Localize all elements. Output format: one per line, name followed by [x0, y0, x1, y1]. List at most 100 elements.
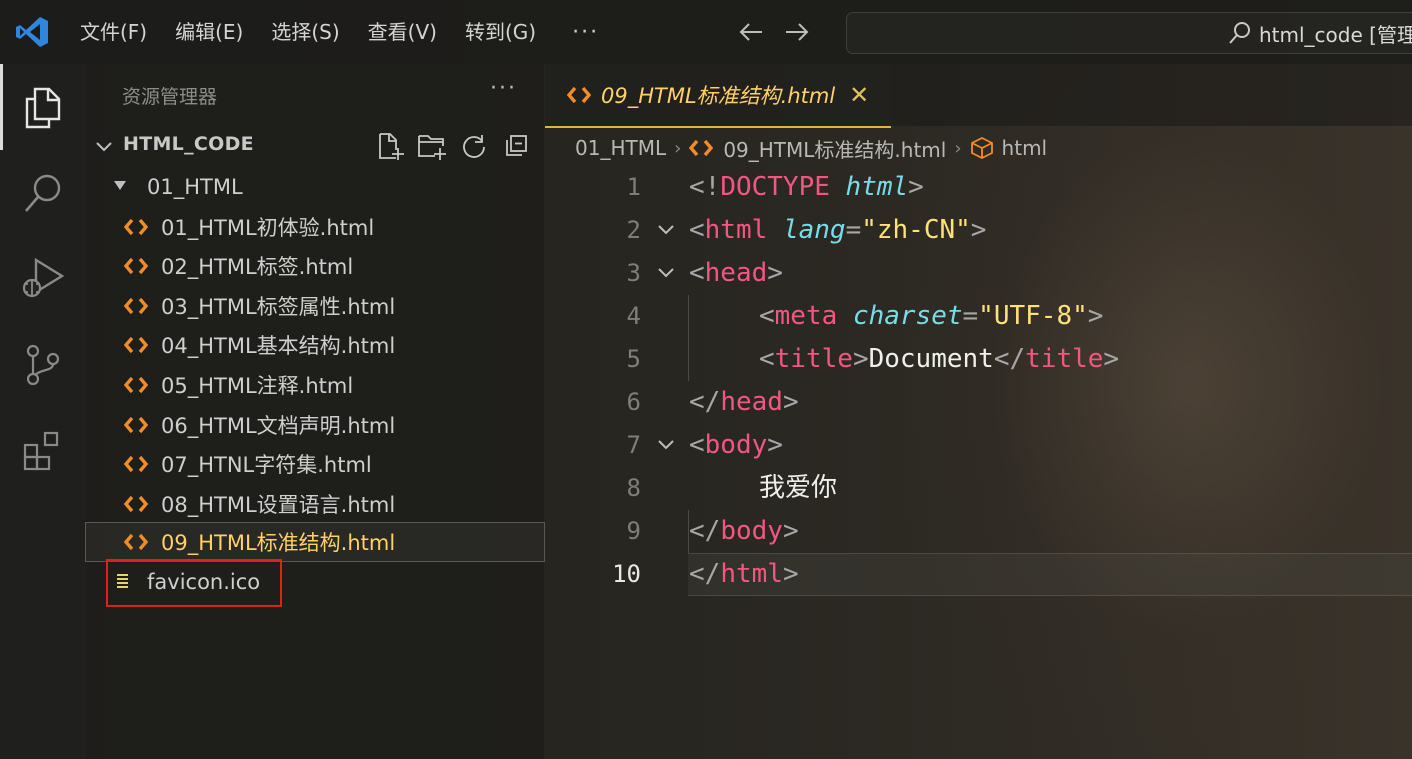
editor-area: 09_HTML标准结构.html ✕ 01_HTML › 09_HTML标准结构…	[545, 64, 1412, 759]
file-label: 08_HTML设置语言.html	[161, 493, 396, 517]
code-line: 1 <!DOCTYPE html>	[545, 166, 1412, 209]
explorer-activity[interactable]	[0, 64, 86, 150]
menu-view[interactable]: 查看(V)	[354, 12, 451, 52]
code-text: <title>Document</title>	[759, 344, 1120, 374]
collapse-all-button[interactable]	[500, 130, 532, 162]
new-file-icon	[379, 133, 404, 160]
file-row[interactable]: 06_HTML文档声明.html	[86, 406, 544, 444]
highlight-box	[106, 559, 282, 607]
breadcrumb-file[interactable]: 09_HTML标准结构.html	[723, 134, 946, 163]
text-content: 我爱你	[759, 473, 838, 503]
code-text: <head>	[689, 258, 783, 288]
new-folder-button[interactable]	[416, 130, 448, 162]
html-file-icon	[689, 139, 714, 157]
workspace-header[interactable]: HTML_CODE	[86, 128, 544, 164]
folder-01-html[interactable]: 01_HTML	[86, 168, 544, 206]
folder-expanded-icon	[114, 181, 126, 190]
file-row[interactable]: 05_HTML注释.html	[86, 366, 544, 404]
explorer-more-button[interactable]: ···	[490, 76, 517, 101]
tag-name: body	[720, 516, 783, 546]
string: "UTF-8"	[978, 301, 1088, 331]
attribute: lang	[782, 215, 846, 245]
code-text: <meta charset="UTF-8">	[759, 301, 1104, 331]
chevron-down-icon	[96, 142, 112, 152]
activity-bar	[0, 64, 86, 759]
line-number: 5	[626, 345, 641, 373]
html-file-icon	[124, 416, 148, 434]
html-file-icon	[124, 533, 148, 551]
forward-arrow-icon[interactable]	[781, 16, 813, 48]
back-arrow-icon[interactable]	[735, 16, 767, 48]
file-label: 01_HTML初体验.html	[161, 216, 375, 240]
new-file-button[interactable]	[374, 130, 406, 162]
fold-chevron-icon[interactable]	[657, 438, 675, 452]
attribute: html	[845, 172, 909, 202]
file-row-selected[interactable]: 09_HTML标准结构.html	[85, 522, 545, 562]
command-center-search[interactable]: html_code [管理	[846, 12, 1412, 54]
editor-tab-active[interactable]: 09_HTML标准结构.html ✕	[545, 64, 891, 128]
line-number: 3	[626, 259, 641, 287]
html-file-icon	[124, 495, 148, 513]
doctype-keyword: DOCTYPE	[720, 172, 830, 202]
html-file-icon	[124, 336, 148, 354]
line-number: 10	[612, 560, 641, 588]
code-text: </html>	[689, 559, 799, 589]
chevron-right-icon: ›	[674, 137, 682, 159]
source-control-icon	[26, 344, 60, 386]
code-line: 7 <body>	[545, 424, 1412, 467]
file-row[interactable]: 04_HTML基本结构.html	[86, 326, 544, 364]
tag-name: title	[774, 344, 853, 374]
explorer-sidebar: 资源管理器 ··· HTML_CODE 01_HTML 01_HTML初体验.h…	[85, 64, 545, 759]
line-number: 8	[626, 474, 641, 502]
fold-chevron-icon[interactable]	[657, 266, 675, 280]
menu-go[interactable]: 转到(G)	[451, 12, 550, 52]
file-label: 07_HTNL字符集.html	[161, 453, 372, 477]
code-line: 5 <title>Document</title>	[545, 338, 1412, 381]
folder-label: 01_HTML	[147, 175, 243, 199]
search-activity[interactable]	[0, 150, 86, 236]
menu-edit[interactable]: 编辑(E)	[161, 12, 257, 52]
html-file-icon	[124, 218, 148, 236]
menu-more-button[interactable]: ···	[550, 20, 621, 45]
tag-name: title	[1025, 344, 1104, 374]
breadcrumb-symbol[interactable]: html	[1002, 136, 1048, 160]
collapse-all-icon	[506, 135, 527, 156]
code-line-current: 10 </html>	[545, 553, 1412, 596]
code-line: 6 </head>	[545, 381, 1412, 424]
close-icon[interactable]: ✕	[849, 83, 869, 107]
code-text: <html lang="zh-CN">	[689, 215, 987, 245]
fold-chevron-icon[interactable]	[657, 223, 675, 237]
breadcrumb-folder[interactable]: 01_HTML	[575, 136, 666, 160]
line-number: 6	[626, 388, 641, 416]
file-label: 02_HTML标签.html	[161, 255, 354, 279]
menu-file[interactable]: 文件(F)	[66, 12, 161, 52]
line-number: 9	[626, 517, 641, 545]
menu-selection[interactable]: 选择(S)	[257, 12, 353, 52]
tab-label: 09_HTML标准结构.html	[601, 84, 836, 108]
file-row[interactable]: 03_HTML标签属性.html	[86, 287, 544, 325]
file-label: 05_HTML注释.html	[161, 374, 354, 398]
run-debug-icon	[22, 257, 65, 298]
run-debug-activity[interactable]	[0, 236, 86, 322]
line-number: 1	[626, 173, 641, 201]
tag-name: html	[720, 559, 783, 589]
file-row[interactable]: 08_HTML设置语言.html	[86, 485, 544, 523]
symbol-cube-icon	[970, 136, 993, 160]
search-activity-icon	[25, 174, 61, 212]
source-control-activity[interactable]	[0, 322, 86, 408]
file-label: 04_HTML基本结构.html	[161, 334, 396, 358]
active-indicator	[0, 64, 3, 150]
file-row[interactable]: 02_HTML标签.html	[86, 247, 544, 285]
tag-name: head	[704, 258, 768, 288]
extensions-activity[interactable]	[0, 408, 86, 494]
refresh-button[interactable]	[458, 130, 490, 162]
punct: <!	[689, 172, 721, 202]
file-row[interactable]: 01_HTML初体验.html	[86, 208, 544, 246]
html-file-icon	[124, 376, 148, 394]
vscode-logo-icon	[0, 0, 64, 64]
line-number: 4	[626, 302, 641, 330]
file-row[interactable]: 07_HTNL字符集.html	[86, 445, 544, 483]
title-bar: 文件(F) 编辑(E) 选择(S) 查看(V) 转到(G) ··· html_c…	[0, 0, 1412, 64]
explorer-header: 资源管理器	[122, 86, 218, 108]
tag-name: body	[704, 430, 768, 460]
